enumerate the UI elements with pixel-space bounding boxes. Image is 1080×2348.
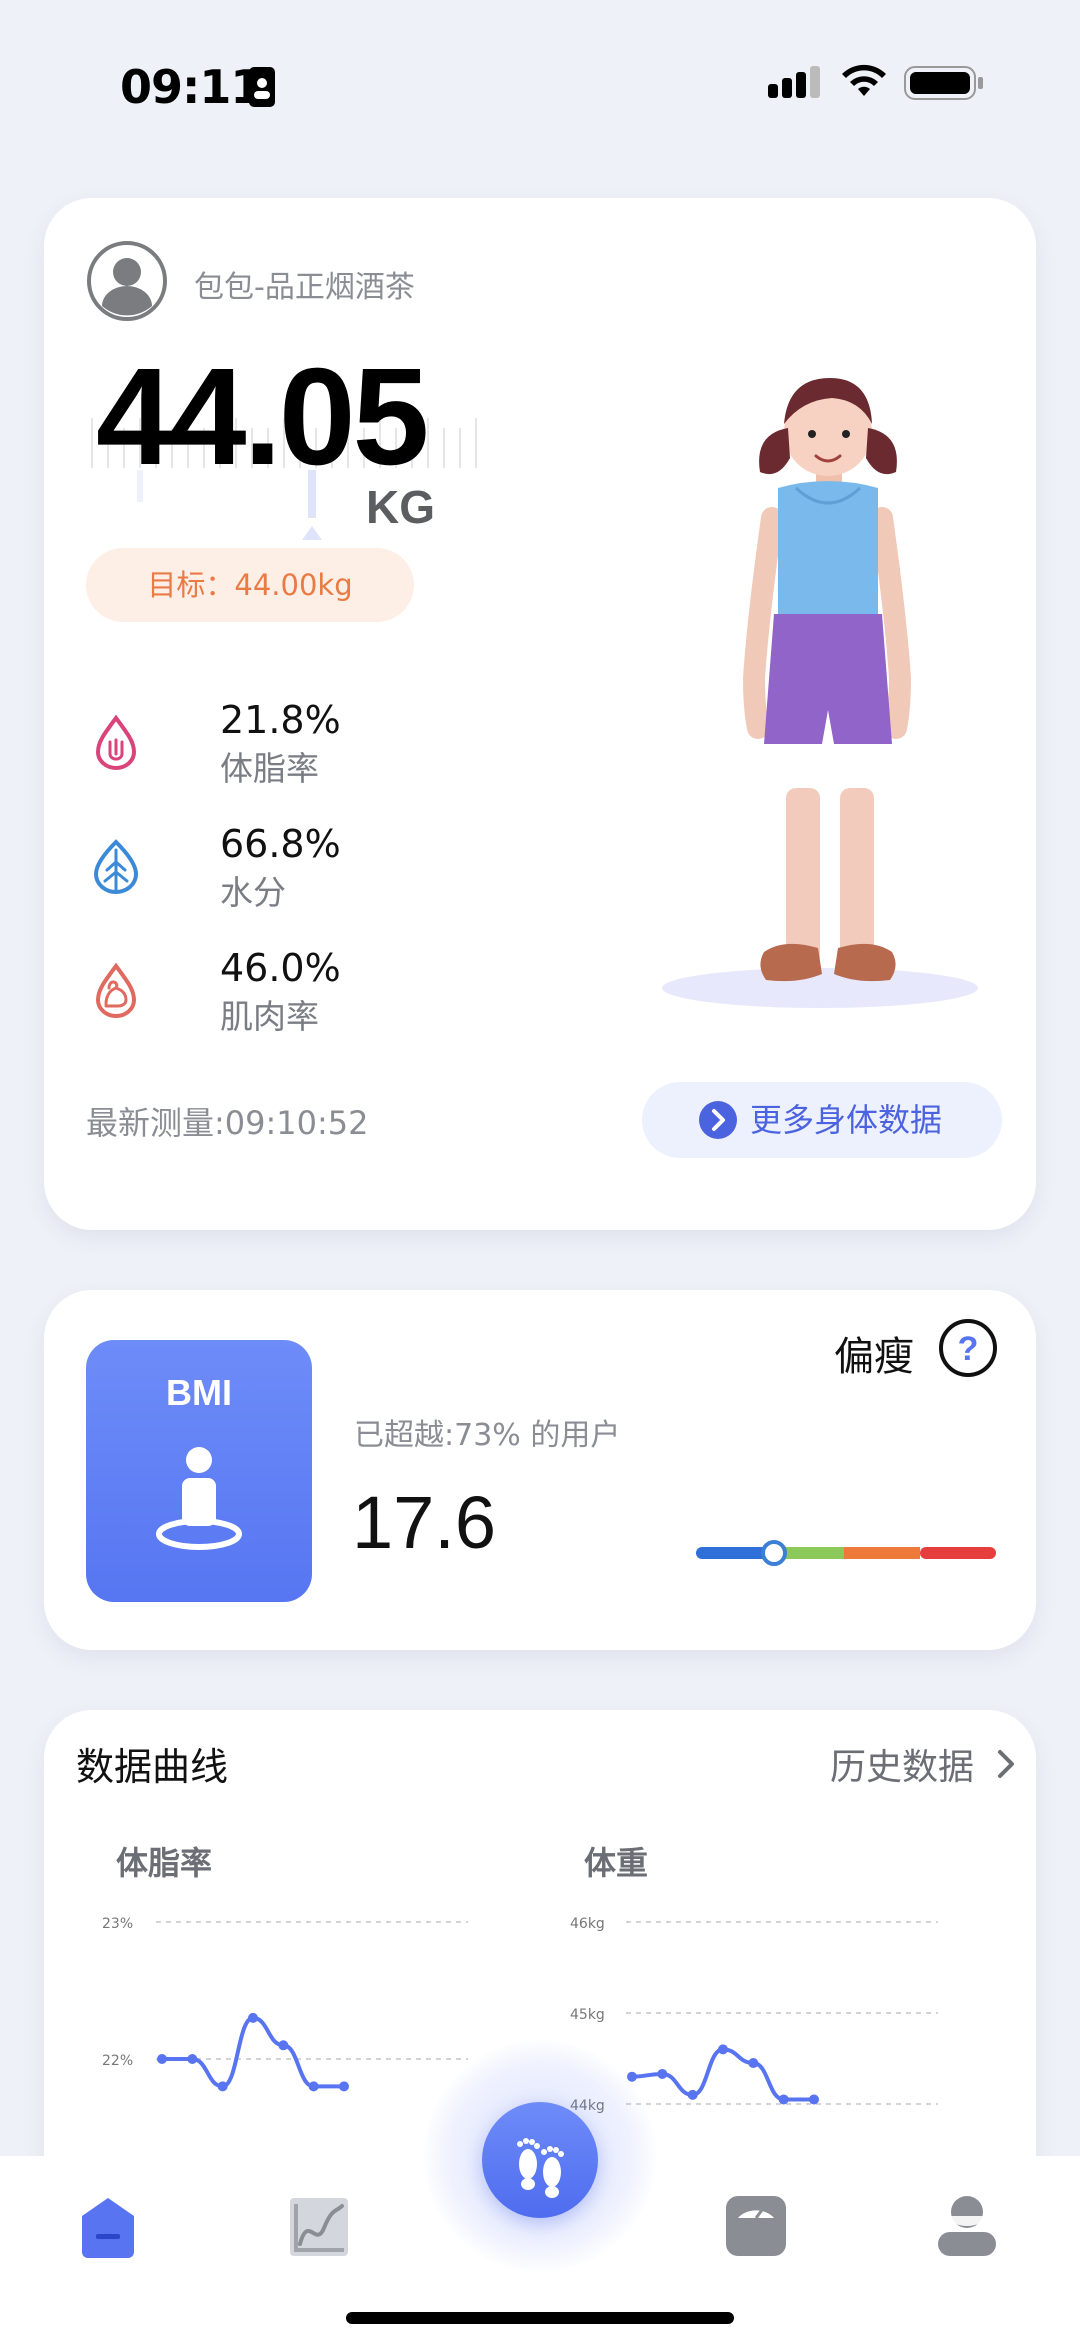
profile-icon[interactable] — [936, 2194, 998, 2258]
goal-badge[interactable]: 目标：44.00kg — [86, 548, 414, 622]
y-tick-45kg: 45kg — [570, 2007, 605, 2023]
id-card-icon — [249, 67, 275, 107]
body-fat-chart: 23% 22% — [102, 1916, 468, 2092]
history-data-link[interactable]: 历史数据 — [830, 1738, 974, 1790]
y-tick-46kg: 46kg — [570, 1916, 605, 1932]
home-indicator — [346, 2312, 734, 2324]
muscle-value: 46.0% — [220, 946, 341, 990]
bmi-scale-segment-overweight — [844, 1547, 920, 1559]
footprint-button[interactable] — [482, 2102, 598, 2218]
wifi-icon — [842, 64, 886, 96]
status-time: 09:11 — [120, 60, 262, 114]
bmi-value: 17.6 — [352, 1481, 497, 1564]
body-fat-point-6 — [339, 2081, 349, 2092]
home-icon[interactable] — [78, 2194, 138, 2260]
weight-point-4 — [748, 2058, 759, 2069]
body-fat-value: 21.8% — [220, 698, 341, 742]
chevron-right-icon[interactable] — [994, 1746, 1018, 1782]
chart-title-body-fat: 体脂率 — [116, 1844, 213, 1882]
y-tick-23: 23% — [102, 1916, 133, 1932]
weight-point-5 — [778, 2094, 789, 2105]
scale-icon[interactable] — [724, 2194, 788, 2258]
bmi-status: 偏瘦 — [834, 1334, 914, 1380]
metric-water: 66.8% 水分 — [86, 822, 386, 912]
username: 包包-品正烟酒茶 — [194, 270, 415, 305]
bmi-tile-label: BMI — [166, 1372, 232, 1413]
bmi-scale-segment-obese — [920, 1547, 996, 1559]
water-label: 水分 — [220, 873, 286, 912]
body-fat-point-3 — [248, 2012, 258, 2023]
more-body-data-label: 更多身体数据 — [750, 1101, 943, 1139]
help-icon[interactable]: ? — [938, 1318, 998, 1378]
weight-point-2 — [687, 2089, 698, 2100]
status-icons — [768, 64, 983, 100]
body-fat-point-2 — [217, 2081, 228, 2092]
weight-point-1 — [657, 2068, 668, 2079]
user-avatar-icon[interactable] — [86, 240, 168, 322]
water-value: 66.8% — [220, 822, 341, 866]
last-measure-time: 最新测量:09:10:52 — [86, 1104, 369, 1142]
y-tick-22: 22% — [102, 2053, 133, 2069]
weight-point-3 — [718, 2044, 728, 2055]
footprint-icon — [517, 2138, 564, 2198]
trend-chart-icon[interactable] — [286, 2194, 352, 2260]
muscle-label: 肌肉率 — [220, 997, 319, 1036]
bmi-card: BMI 已超越:73% 的用户 17.6 偏瘦 ? — [44, 1290, 1036, 1650]
battery-icon — [904, 66, 983, 100]
bmi-scale-segment-thin — [696, 1547, 772, 1559]
body-fat-icon — [95, 714, 137, 770]
body-fat-label: 体脂率 — [220, 749, 319, 788]
body-fat-line — [161, 2015, 344, 2089]
weight-card: 包包-品正烟酒茶 44.05 KG 目标：44.00kg 21.8% 体脂率 6… — [44, 198, 1036, 1230]
signal-icon — [768, 66, 820, 98]
body-fat-point-0 — [157, 2054, 167, 2064]
chevron-right-circle-icon — [699, 1101, 737, 1139]
body-figure-illustration — [662, 378, 978, 1008]
body-fat-point-1 — [187, 2054, 198, 2064]
status-bar: 09:11 — [0, 0, 1080, 170]
svg-text:?: ? — [958, 1330, 979, 1368]
bmi-tile[interactable]: BMI — [86, 1340, 312, 1602]
chart-title-weight: 体重 — [584, 1844, 649, 1882]
person-on-scale-icon — [156, 1447, 242, 1550]
curve-card-title: 数据曲线 — [76, 1745, 229, 1789]
water-leaf-icon — [93, 839, 139, 894]
bmi-rank-text: 已超越:73% 的用户 — [354, 1418, 621, 1453]
weight-value: 44.05 — [96, 340, 429, 494]
weight-unit: KG — [366, 481, 435, 533]
bmi-scale — [696, 1540, 996, 1566]
muscle-icon — [95, 962, 137, 1018]
weight-point-6 — [809, 2094, 819, 2105]
body-fat-point-5 — [308, 2081, 319, 2092]
more-body-data-button[interactable]: 更多身体数据 — [642, 1082, 1002, 1158]
metric-body-fat: 21.8% 体脂率 — [86, 698, 386, 788]
bmi-scale-marker — [761, 1540, 787, 1566]
body-fat-point-4 — [278, 2040, 289, 2051]
metric-muscle: 46.0% 肌肉率 — [86, 946, 386, 1036]
